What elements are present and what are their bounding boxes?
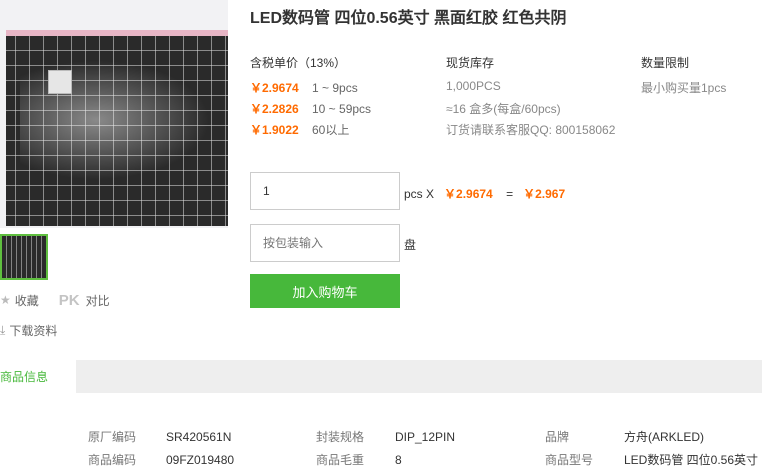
unit-price: ￥2.9674 (444, 187, 493, 201)
spec-item: 商品型号 LED数码管 四位0.56英寸 (545, 453, 759, 467)
quantity-input[interactable] (250, 172, 400, 210)
spec-item: 商品毛重 8 (316, 453, 402, 467)
side-actions: ★ 收藏 PK 对比 ⤓ 下载资料 (0, 292, 118, 338)
add-to-cart-button[interactable]: 加入购物车 (250, 274, 400, 308)
stock-quantity: 1,000PCS (446, 79, 501, 93)
spec-item: 封装规格 DIP_12PIN (316, 430, 456, 444)
product-main-image (0, 0, 228, 228)
price-tier: ￥1.9022 60以上 (250, 123, 350, 137)
pk-icon: PK (58, 291, 80, 309)
compare-button[interactable]: PK 对比 (47, 292, 110, 309)
spec-item: 商品编码 09FZ019480 (88, 453, 235, 467)
favorite-button[interactable]: ★ 收藏 (0, 292, 39, 309)
price-tier: ￥2.2826 10 ~ 59pcs (250, 102, 372, 116)
star-icon: ★ (0, 293, 11, 307)
pack-input[interactable] (250, 224, 400, 262)
pack-unit: 盘 (404, 238, 417, 252)
download-docs-link[interactable]: ⤓ 下载资料 (0, 322, 57, 339)
spec-item: 品牌 方舟(ARKLED) (545, 430, 705, 444)
product-title: LED数码管 四位0.56英寸 黑面红胶 红色共阴 (250, 10, 567, 27)
spec-item: 原厂编码 SR420561N (88, 430, 232, 444)
tab-bar (0, 360, 762, 393)
stock-boxes: ≈16 盒多(每盒/60pcs) (446, 102, 561, 116)
stock-contact: 订货请联系客服QQ: 800158062 (446, 123, 616, 137)
price-calculation: pcs X ￥2.9674 = ￥2.967 (404, 187, 566, 201)
price-header: 含税单价（13%） (250, 56, 347, 70)
download-icon: ⤓ (0, 322, 6, 337)
min-purchase: 最小购买量1pcs (641, 81, 727, 95)
price-tier: ￥2.9674 1 ~ 9pcs (250, 81, 358, 95)
package-label (48, 70, 72, 94)
total-price: ￥2.967 (523, 187, 566, 201)
tab-product-info[interactable]: 商品信息 (0, 360, 76, 393)
limit-header: 数量限制 (641, 56, 690, 70)
stock-header: 现货库存 (446, 56, 495, 70)
product-thumbnail[interactable] (0, 234, 48, 280)
